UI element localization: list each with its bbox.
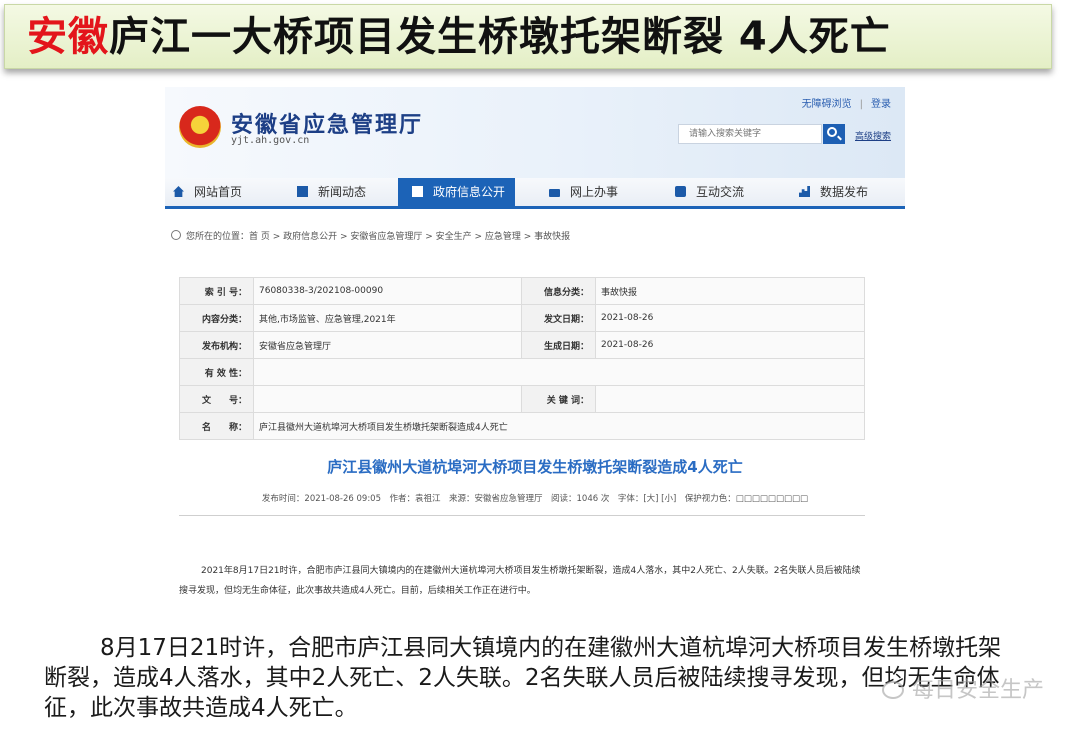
article-meta: 发布时间：2021-08-26 09:05 作者：袁祖江 来源：安徽省应急管理厅… — [261, 494, 809, 504]
org-label: 发布机构： — [179, 331, 254, 359]
monitor-icon — [549, 189, 560, 197]
doc-number-value — [253, 385, 522, 413]
category-label: 信息分类： — [521, 277, 596, 305]
name-label: 名 称： — [179, 412, 254, 440]
website-screenshot: 安徽省应急管理厅 yjt.ah.gov.cn 无障碍浏览 | 登录 高级搜索 网站首… — [165, 87, 905, 612]
table-row: 内容分类： 其他,市场监管、应急管理,2021年 发文日期： 2021-08-2… — [179, 304, 865, 332]
chart-icon — [799, 186, 810, 197]
info-table: 索 引 号： 76080338-3/202108-00090 信息分类： 事故快… — [179, 277, 865, 440]
site-domain: yjt.ah.gov.cn — [231, 135, 310, 146]
table-row: 发布机构： 安徽省应急管理厅 生成日期： 2021-08-26 — [179, 331, 865, 359]
nav-label: 网上办事 — [570, 185, 619, 199]
category-value: 事故快报 — [595, 277, 865, 305]
date-value: 2021-08-26 — [595, 304, 865, 332]
gen-date-label: 生成日期： — [521, 331, 596, 359]
watermark: 每日安全生产 — [881, 672, 1044, 704]
article-body: 2021年8月17日21时许，合肥市庐江县同大镇境内的在建徽州大道杭埠河大桥项目… — [179, 566, 861, 596]
article-title: 庐江县徽州大道杭埠河大桥项目发生桥墩托架断裂造成4人死亡 — [327, 458, 743, 476]
keyword-label: 关 键 词： — [521, 385, 596, 413]
content-value: 其他,市场监管、应急管理,2021年 — [253, 304, 522, 332]
document-icon — [412, 186, 423, 197]
index-value: 76080338-3/202108-00090 — [253, 277, 522, 305]
slide-banner: 安徽庐江一大桥项目发生桥墩托架断裂 4人死亡 — [4, 4, 1052, 69]
link-separator: | — [859, 99, 863, 110]
search-input[interactable] — [678, 124, 822, 144]
national-emblem-icon — [179, 106, 221, 148]
news-icon — [297, 186, 308, 197]
nav-label: 数据发布 — [820, 185, 869, 199]
accessibility-link[interactable]: 无障碍浏览 — [802, 99, 852, 110]
location-icon — [171, 230, 181, 240]
nav-label: 互动交流 — [696, 185, 745, 199]
breadcrumb: 您所在的位置：首 页 > 政府信息公开 > 安徽省应急管理厅 > 安全生产 > … — [165, 229, 570, 242]
doc-number-label: 文 号： — [179, 385, 254, 413]
advanced-search-link[interactable]: 高级搜索 — [855, 129, 891, 142]
breadcrumb-text[interactable]: 您所在的位置：首 页 > 政府信息公开 > 安徽省应急管理厅 > 安全生产 > … — [186, 232, 570, 242]
slide-title-highlight: 安徽 — [27, 14, 109, 60]
table-row: 文 号： 关 键 词： — [179, 385, 865, 413]
nav-item-online-service[interactable]: 网上办事 — [549, 178, 618, 206]
content-label: 内容分类： — [179, 304, 254, 332]
nav-label: 新闻动态 — [318, 185, 367, 199]
home-icon — [173, 186, 184, 197]
slide-title: 安徽庐江一大桥项目发生桥墩托架断裂 4人死亡 — [27, 13, 891, 61]
gen-date-value: 2021-08-26 — [595, 331, 865, 359]
table-row: 名 称： 庐江县徽州大道杭埠河大桥项目发生桥墩托架断裂造成4人死亡 — [179, 412, 865, 440]
org-value: 安徽省应急管理厅 — [253, 331, 522, 359]
name-value: 庐江县徽州大道杭埠河大桥项目发生桥墩托架断裂造成4人死亡 — [253, 412, 865, 440]
nav-item-home[interactable]: 网站首页 — [173, 178, 242, 206]
date-label: 发文日期： — [521, 304, 596, 332]
search-icon — [827, 127, 837, 137]
nav-item-data[interactable]: 数据发布 — [799, 178, 868, 206]
nav-item-news[interactable]: 新闻动态 — [297, 178, 366, 206]
index-label: 索 引 号： — [179, 277, 254, 305]
chat-icon — [675, 186, 686, 197]
nav-item-gov-info[interactable]: 政府信息公开 — [398, 178, 516, 206]
site-header: 安徽省应急管理厅 yjt.ah.gov.cn 无障碍浏览|登录 高级搜索 — [165, 87, 905, 178]
divider — [179, 515, 865, 516]
search-button[interactable] — [823, 124, 845, 144]
login-link[interactable]: 登录 — [871, 99, 891, 110]
nav-label: 网站首页 — [194, 185, 243, 199]
validity-value — [253, 358, 865, 386]
slide-paragraph: 8月17日21时许，合肥市庐江县同大镇境内的在建徽州大道杭埠河大桥项目发生桥墩托… — [44, 635, 1002, 721]
main-nav: 网站首页 新闻动态 政府信息公开 网上办事 互动交流 数据发布 — [165, 178, 905, 209]
validity-label: 有 效 性： — [179, 358, 254, 386]
keyword-value — [595, 385, 865, 413]
nav-item-interaction[interactable]: 互动交流 — [675, 178, 744, 206]
table-row: 索 引 号： 76080338-3/202108-00090 信息分类： 事故快… — [179, 277, 865, 305]
top-links: 无障碍浏览 | 登录 — [798, 95, 895, 110]
nav-label: 政府信息公开 — [433, 185, 506, 199]
wechat-icon — [881, 681, 904, 699]
slide-title-rest: 庐江一大桥项目发生桥墩托架断裂 4人死亡 — [109, 14, 891, 60]
table-row: 有 效 性： — [179, 358, 865, 386]
watermark-text: 每日安全生产 — [911, 678, 1044, 703]
